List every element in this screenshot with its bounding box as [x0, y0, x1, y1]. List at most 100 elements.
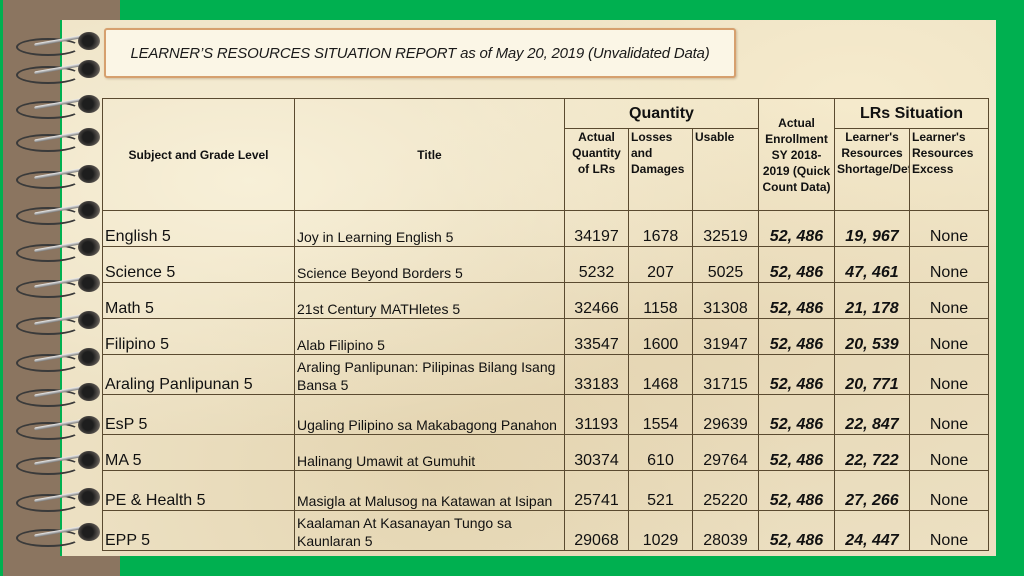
enrollment-cell: 52, 486 [758, 210, 835, 247]
table-row: Araling Panlipunan 5 Araling Panlipunan: … [102, 354, 990, 395]
losses-cell: 1158 [628, 282, 693, 319]
spiral-ring [14, 383, 100, 407]
header-actual-quantity: Actual Quantity of LRs [564, 128, 629, 211]
losses-cell: 521 [628, 470, 693, 511]
actual-quantity-cell: 30374 [564, 434, 629, 471]
shortage-cell: 24, 447 [834, 510, 910, 551]
header-situation-group: LRs Situation [833, 98, 990, 129]
punch-hole [78, 60, 100, 78]
excess-cell: None [908, 510, 990, 551]
punch-hole [78, 451, 100, 469]
header-row-1: Subject and Grade Level Title Quantity A… [102, 98, 990, 211]
losses-cell: 1678 [628, 210, 693, 247]
enrollment-cell: 52, 486 [758, 354, 835, 395]
title-cell: Kaalaman At Kasanayan Tungo sa Kaunlaran… [294, 510, 565, 551]
spiral-ring [14, 348, 100, 372]
punch-hole [78, 128, 100, 146]
header-title: Title [294, 98, 565, 211]
shortage-cell: 22, 847 [834, 394, 910, 435]
spiral-ring [14, 238, 100, 262]
excess-cell: None [908, 470, 990, 511]
title-cell: 21st Century MATHletes 5 [294, 282, 565, 319]
header-shortage: Learner's Resources Shortage/Deficiency [834, 128, 910, 211]
punch-hole [78, 274, 100, 292]
report-title: LEARNER’S RESOURCES SITUATION REPORT as … [130, 44, 710, 62]
spiral-ring [14, 128, 100, 152]
punch-hole [78, 165, 100, 183]
shortage-cell: 27, 266 [834, 470, 910, 511]
spiral-ring [14, 488, 100, 512]
shortage-cell: 21, 178 [834, 282, 910, 319]
table-row: EPP 5 Kaalaman At Kasanayan Tungo sa Kaun… [102, 510, 990, 551]
table-row: Science 5 Science Beyond Borders 5 5232 207… [102, 246, 990, 283]
punch-hole [78, 95, 100, 113]
title-cell: Science Beyond Borders 5 [294, 246, 565, 283]
header-excess: Learner's Resources Excess [908, 128, 990, 211]
table-row: English 5 Joy in Learning English 5 34197 1… [102, 210, 990, 247]
title-cell: Halinang Umawit at Gumuhit [294, 434, 565, 471]
spiral-ring [14, 201, 100, 225]
usable-cell: 5025 [692, 246, 759, 283]
actual-quantity-cell: 5232 [564, 246, 629, 283]
losses-cell: 207 [628, 246, 693, 283]
subject-cell: EPP 5 [102, 510, 295, 551]
header-subject: Subject and Grade Level [102, 98, 295, 211]
excess-cell: None [908, 394, 990, 435]
shortage-cell: 20, 771 [834, 354, 910, 395]
punch-hole [78, 383, 100, 401]
header-usable: Usable [692, 128, 759, 211]
subject-cell: Araling Panlipunan 5 [102, 354, 295, 395]
subject-cell: Math 5 [102, 282, 295, 319]
subject-cell: Science 5 [102, 246, 295, 283]
table-row: PE & Health 5 Masigla at Malusog na Kataw… [102, 470, 990, 511]
excess-cell: None [908, 354, 990, 395]
title-cell: Alab Filipino 5 [294, 318, 565, 355]
usable-cell: 28039 [692, 510, 759, 551]
spiral-ring [14, 523, 100, 547]
actual-quantity-cell: 31193 [564, 394, 629, 435]
punch-hole [78, 201, 100, 219]
table-row: MA 5 Halinang Umawit at Gumuhit 30374 610 29… [102, 434, 990, 471]
title-cell: Ugaling Pilipino sa Makabagong Panahon [294, 394, 565, 435]
usable-cell: 29764 [692, 434, 759, 471]
spiral-ring [14, 32, 100, 56]
shortage-cell: 47, 461 [834, 246, 910, 283]
punch-hole [78, 32, 100, 50]
losses-cell: 1554 [628, 394, 693, 435]
table-row: Math 5 21st Century MATHletes 5 32466 1158 3… [102, 282, 990, 319]
punch-hole [78, 311, 100, 329]
usable-cell: 31947 [692, 318, 759, 355]
lr-situation-table: Subject and Grade Level Title Quantity A… [102, 98, 990, 551]
title-cell: Araling Panlipunan: Pilipinas Bilang Isa… [294, 354, 565, 395]
losses-cell: 1468 [628, 354, 693, 395]
left-green-edge [0, 0, 3, 576]
punch-hole [78, 488, 100, 506]
actual-quantity-cell: 34197 [564, 210, 629, 247]
enrollment-cell: 52, 486 [758, 282, 835, 319]
excess-cell: None [908, 434, 990, 471]
spiral-ring [14, 165, 100, 189]
shortage-cell: 20, 539 [834, 318, 910, 355]
excess-cell: None [908, 318, 990, 355]
usable-cell: 29639 [692, 394, 759, 435]
title-banner: LEARNER’S RESOURCES SITUATION REPORT as … [104, 28, 736, 78]
subject-cell: Filipino 5 [102, 318, 295, 355]
spiral-ring [14, 60, 100, 84]
actual-quantity-cell: 33547 [564, 318, 629, 355]
spiral-ring [14, 274, 100, 298]
punch-hole [78, 238, 100, 256]
actual-quantity-cell: 33183 [564, 354, 629, 395]
enrollment-cell: 52, 486 [758, 434, 835, 471]
usable-cell: 32519 [692, 210, 759, 247]
enrollment-cell: 52, 486 [758, 394, 835, 435]
actual-quantity-cell: 25741 [564, 470, 629, 511]
subject-cell: PE & Health 5 [102, 470, 295, 511]
punch-hole [78, 523, 100, 541]
subject-cell: MA 5 [102, 434, 295, 471]
table-row: Filipino 5 Alab Filipino 5 33547 1600 31947 5… [102, 318, 990, 355]
enrollment-cell: 52, 486 [758, 510, 835, 551]
actual-quantity-cell: 29068 [564, 510, 629, 551]
usable-cell: 31308 [692, 282, 759, 319]
punch-hole [78, 348, 100, 366]
punch-hole [78, 416, 100, 434]
